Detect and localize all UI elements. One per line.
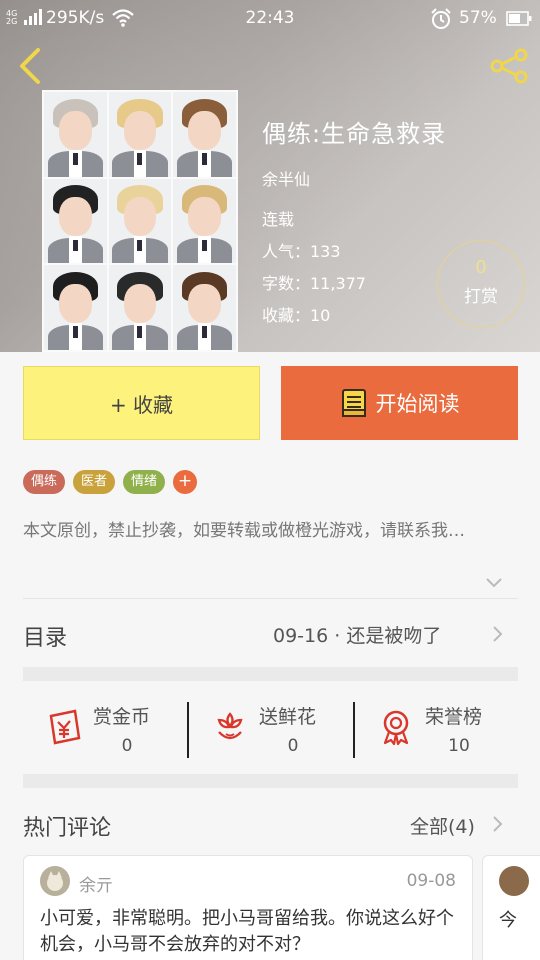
gold-coins-stat[interactable]: 赏金币 0	[23, 694, 188, 764]
flowers-label: 送鲜花	[259, 706, 317, 728]
honor-stat[interactable]: 荣誉榜 10	[355, 694, 520, 764]
red-envelope-icon	[49, 709, 81, 745]
book-title: 偶练:生命急救录	[262, 120, 447, 148]
book-icon	[341, 389, 366, 417]
tag-item[interactable]: 医者	[73, 470, 116, 494]
tip-label: 打赏	[464, 287, 498, 307]
cover-portrait	[44, 265, 107, 350]
divider	[23, 598, 518, 599]
latest-chapter[interactable]: 09-16 · 还是被吻了	[273, 621, 441, 648]
cover-portrait	[173, 265, 236, 350]
book-status: 连载	[262, 210, 295, 229]
flowers-stat[interactable]: 送鲜花 0	[189, 694, 354, 764]
battery-icon	[506, 11, 532, 26]
start-reading-label: 开始阅读	[375, 392, 460, 416]
section-divider	[23, 774, 518, 788]
alarm-icon	[431, 8, 451, 29]
comment-user[interactable]: 余亓	[79, 871, 113, 896]
book-author[interactable]: 余半仙	[262, 166, 310, 190]
comment-text: 今	[499, 910, 517, 931]
cover-portrait	[173, 178, 236, 264]
collect-button[interactable]: + 收藏	[23, 366, 260, 440]
flowers-value: 0	[287, 736, 299, 756]
status-bar: 4G 2G 295K/s 22:43 57%	[0, 0, 540, 38]
honor-label: 荣誉榜	[425, 706, 483, 728]
book-favorites: 收藏：10	[262, 306, 331, 325]
avatar-image	[40, 866, 70, 896]
comment-card[interactable]: 今	[482, 855, 540, 960]
book-header: 4G 2G 295K/s 22:43 57% 偶练:生命急救录 余半仙 连载 人…	[0, 0, 540, 352]
book-word-count: 字数：11,377	[262, 274, 366, 293]
start-reading-button[interactable]: 开始阅读	[281, 366, 518, 440]
comment-text: 小可爱，非常聪明。把小马哥留给我。你说这么好个机会，小马哥不会放弃的对不对？	[40, 908, 454, 955]
back-chevron-icon[interactable]	[14, 46, 44, 86]
gold-coins-value: 0	[121, 736, 133, 756]
chevron-right-icon[interactable]	[492, 815, 504, 833]
support-stats: 赏金币 0 送鲜花 0 荣誉榜 10	[23, 694, 518, 764]
collect-label: + 收藏	[109, 392, 174, 417]
cover-portrait	[108, 92, 172, 177]
hot-comments-title: 热门评论	[23, 816, 112, 841]
medal-icon	[383, 710, 409, 746]
comment-date: 09-08	[406, 871, 456, 891]
cover-portrait	[108, 265, 172, 350]
tag-list: 偶练 医者 情绪 +	[23, 470, 198, 494]
cover-portrait	[44, 92, 107, 177]
toc-label[interactable]: 目录	[23, 620, 67, 652]
cover-portrait	[44, 178, 107, 264]
tag-item[interactable]: 偶练	[23, 470, 66, 494]
tip-count: 0	[475, 257, 487, 278]
gold-coins-label: 赏金币	[93, 706, 151, 728]
section-divider	[23, 667, 518, 681]
expand-chevron-icon[interactable]	[484, 576, 504, 590]
tip-button[interactable]: 0 打赏	[437, 240, 525, 328]
flower-icon	[217, 712, 243, 740]
chevron-right-icon[interactable]	[492, 625, 504, 643]
book-description: 本文原创，禁止抄袭，如要转载或做橙光游戏，请联系我…	[23, 521, 465, 541]
battery-percent: 57%	[459, 8, 497, 28]
book-popularity: 人气：133	[262, 242, 341, 261]
cover-portrait	[173, 92, 236, 177]
cover-portrait	[108, 178, 172, 264]
avatar[interactable]	[40, 866, 70, 896]
share-icon[interactable]	[488, 48, 530, 84]
avatar[interactable]	[499, 866, 529, 896]
book-cover[interactable]	[42, 90, 238, 352]
comment-card[interactable]: 余亓 09-08 小可爱，非常聪明。把小马哥留给我。你说这么好个机会，小马哥不会…	[23, 855, 473, 960]
honor-value: 10	[448, 736, 470, 756]
tag-item[interactable]: 情绪	[123, 470, 166, 494]
add-tag-button[interactable]: +	[173, 470, 198, 494]
all-comments-link[interactable]: 全部(4)	[410, 812, 475, 839]
